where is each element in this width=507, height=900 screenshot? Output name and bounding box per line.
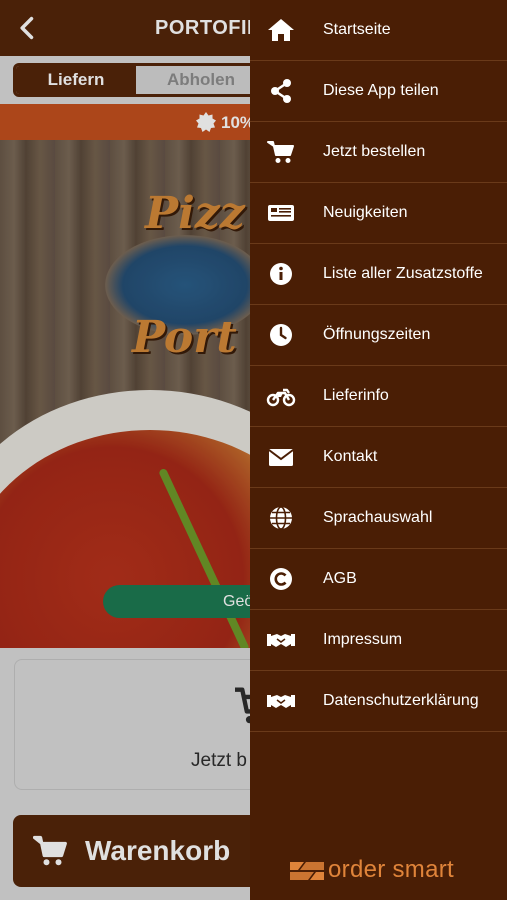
menu-item-label: Datenschutzerklärung	[323, 692, 479, 709]
globe-icon	[266, 505, 296, 531]
menu-item-label: Kontakt	[323, 448, 378, 465]
side-drawer: Startseite Diese App teilen Jetzt bestel…	[250, 0, 507, 900]
menu-item-label: Startseite	[323, 21, 391, 38]
menu-item-privacy[interactable]: Datenschutzerklärung	[250, 671, 507, 732]
menu-item-opening-hours[interactable]: Öffnungszeiten	[250, 305, 507, 366]
menu-item-label: Jetzt bestellen	[323, 143, 426, 160]
menu-item-label: Öffnungszeiten	[323, 326, 431, 343]
menu-item-agb[interactable]: AGB	[250, 549, 507, 610]
menu-item-share[interactable]: Diese App teilen	[250, 61, 507, 122]
motorcycle-icon	[266, 383, 296, 409]
handshake-icon	[266, 627, 296, 653]
menu-item-label: Diese App teilen	[323, 82, 439, 99]
menu-item-language[interactable]: Sprachauswahl	[250, 488, 507, 549]
copyright-icon	[266, 566, 296, 592]
menu-item-label: Liste aller Zusatzstoffe	[323, 265, 483, 282]
menu-item-order[interactable]: Jetzt bestellen	[250, 122, 507, 183]
info-icon	[266, 261, 296, 287]
menu-item-label: AGB	[323, 570, 357, 587]
brand-name: order smart	[328, 856, 454, 883]
menu-item-label: Impressum	[323, 631, 403, 648]
cart-icon	[266, 139, 296, 165]
envelope-icon	[266, 444, 296, 470]
clock-icon	[266, 322, 296, 348]
menu-item-delivery-info[interactable]: Lieferinfo	[250, 366, 507, 427]
menu-item-contact[interactable]: Kontakt	[250, 427, 507, 488]
newspaper-icon	[266, 200, 296, 226]
menu-item-impressum[interactable]: Impressum	[250, 610, 507, 671]
menu-item-label: Sprachauswahl	[323, 509, 433, 526]
drawer-overlay[interactable]	[0, 0, 250, 900]
menu-item-additives[interactable]: Liste aller Zusatzstoffe	[250, 244, 507, 305]
menu-item-label: Lieferinfo	[323, 387, 389, 404]
order-smart-logo-icon	[290, 862, 324, 880]
menu-item-startseite[interactable]: Startseite	[250, 0, 507, 61]
menu-item-news[interactable]: Neuigkeiten	[250, 183, 507, 244]
share-icon	[266, 78, 296, 104]
menu-item-label: Neuigkeiten	[323, 204, 408, 221]
handshake-icon	[266, 688, 296, 714]
home-icon	[266, 17, 296, 43]
